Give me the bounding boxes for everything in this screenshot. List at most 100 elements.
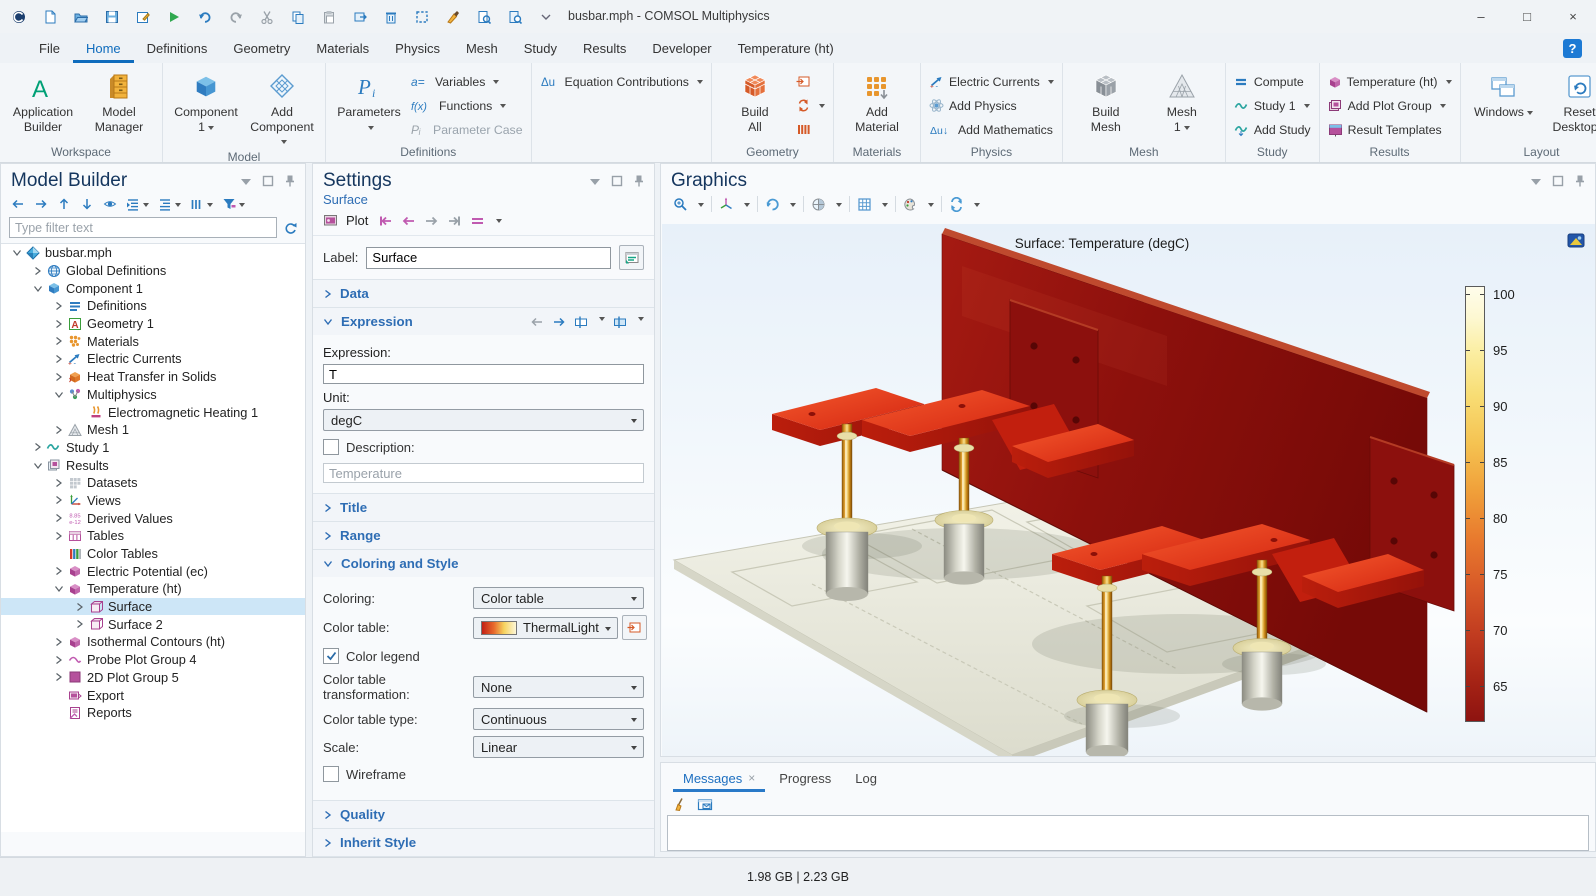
- maximize-button[interactable]: □: [1504, 0, 1550, 33]
- menu-developer[interactable]: Developer: [639, 33, 724, 63]
- chevron-right-icon[interactable]: [51, 655, 66, 665]
- coloring-combobox[interactable]: Color table: [473, 587, 644, 609]
- clear-broom-icon[interactable]: [673, 797, 687, 812]
- collapse-panel-icon[interactable]: [239, 175, 253, 188]
- ribbon-button-build-all[interactable]: BuildAll: [720, 66, 790, 134]
- go-to-view-icon[interactable]: [719, 197, 734, 211]
- nav-prev-icon[interactable]: [401, 214, 416, 228]
- description-input[interactable]: [323, 463, 644, 483]
- chevron-right-icon[interactable]: [51, 372, 66, 382]
- refresh-icon[interactable]: [283, 221, 297, 235]
- tree-item-electromagnetic-heating-1[interactable]: Electromagnetic Heating 1: [1, 403, 305, 421]
- grid-view-icon[interactable]: [857, 197, 872, 212]
- save-icon[interactable]: [103, 8, 121, 26]
- expression-input[interactable]: [323, 364, 644, 384]
- redo-icon[interactable]: [227, 8, 245, 26]
- ribbon-button-import-geom[interactable]: [796, 71, 825, 92]
- chevron-right-icon[interactable]: [51, 301, 66, 311]
- float-panel-icon[interactable]: [1551, 174, 1565, 188]
- chevron-right-icon[interactable]: [51, 637, 66, 647]
- ribbon-button-study-1[interactable]: Study 1: [1234, 95, 1311, 116]
- ribbon-button-compute[interactable]: Compute: [1234, 71, 1311, 92]
- chevron-right-icon[interactable]: [51, 425, 66, 435]
- document-zoom-icon[interactable]: [506, 8, 524, 26]
- cut-icon[interactable]: [258, 8, 276, 26]
- unit-combobox[interactable]: degC: [323, 409, 644, 431]
- nav-last-icon[interactable]: [447, 214, 462, 228]
- ribbon-button-equation-contributions[interactable]: ΔuEquation Contributions: [540, 71, 703, 92]
- rotate-view-icon[interactable]: [765, 197, 780, 212]
- menu-study[interactable]: Study: [511, 33, 570, 63]
- ribbon-button-add-study[interactable]: Add Study: [1234, 119, 1311, 140]
- list-view-icon[interactable]: [190, 197, 213, 211]
- chevron-right-icon[interactable]: [30, 266, 45, 276]
- tree-item-probe-plot-group-4[interactable]: Probe Plot Group 4: [1, 651, 305, 669]
- undo-icon[interactable]: [196, 8, 214, 26]
- mail-window-icon[interactable]: [697, 797, 713, 812]
- section-quality[interactable]: Quality: [313, 800, 654, 828]
- scale-combobox[interactable]: Linear: [473, 736, 644, 758]
- tree-item-global-definitions[interactable]: Global Definitions: [1, 262, 305, 280]
- menu-temperature-ht-[interactable]: Temperature (ht): [725, 33, 847, 63]
- arrow-left-icon[interactable]: [11, 197, 25, 211]
- label-input[interactable]: [366, 247, 611, 269]
- table-type-combobox[interactable]: Continuous: [473, 708, 644, 730]
- image-snapshot-icon[interactable]: [1567, 232, 1585, 249]
- ribbon-button-mesh-1[interactable]: Mesh1: [1147, 66, 1217, 134]
- tree-item-surface[interactable]: Surface: [1, 598, 305, 616]
- move-window-icon[interactable]: [351, 8, 369, 26]
- chevron-right-icon[interactable]: [51, 354, 66, 364]
- ribbon-button-add-material[interactable]: AddMaterial: [842, 66, 912, 134]
- play-icon[interactable]: [165, 8, 183, 26]
- section-expression[interactable]: Expression: [313, 307, 654, 335]
- pin-panel-icon[interactable]: [1573, 174, 1587, 188]
- transformation-combobox[interactable]: None: [473, 676, 644, 698]
- tree-item-electric-potential-ec-[interactable]: Electric Potential (ec): [1, 562, 305, 580]
- section-coloring-style[interactable]: Coloring and Style: [313, 549, 654, 577]
- paste-icon[interactable]: [320, 8, 338, 26]
- chevron-down-icon[interactable]: [51, 584, 66, 593]
- chevron-right-icon[interactable]: [30, 442, 45, 452]
- pin-panel-icon[interactable]: [632, 174, 646, 188]
- menu-mesh[interactable]: Mesh: [453, 33, 511, 63]
- ribbon-button-build-mesh[interactable]: BuildMesh: [1071, 66, 1141, 134]
- section-range[interactable]: Range: [313, 521, 654, 549]
- zoom-extents-icon[interactable]: [673, 197, 688, 212]
- filter-icon[interactable]: [222, 197, 245, 211]
- float-panel-icon[interactable]: [610, 174, 624, 188]
- save-annotate-icon[interactable]: [134, 8, 152, 26]
- section-data[interactable]: Data: [313, 279, 654, 307]
- color-legend-checkbox[interactable]: [323, 648, 339, 664]
- wireframe-checkbox[interactable]: [323, 766, 339, 782]
- ribbon-button-result-templates[interactable]: Result Templates: [1328, 119, 1452, 140]
- tree-item-datasets[interactable]: Datasets: [1, 474, 305, 492]
- plot-window-icon[interactable]: [323, 213, 338, 228]
- section-inherit-style[interactable]: Inherit Style: [313, 828, 654, 856]
- close-tab-icon[interactable]: ×: [748, 771, 755, 785]
- color-table-combobox[interactable]: ThermalLight: [473, 617, 618, 639]
- arrow-up-icon[interactable]: [57, 197, 71, 211]
- graphics-canvas[interactable]: Surface: Temperature (degC): [662, 224, 1595, 756]
- chevron-right-icon[interactable]: [51, 319, 66, 329]
- collapse-panel-icon[interactable]: [1529, 175, 1543, 188]
- tree-item-color-tables[interactable]: Color Tables: [1, 545, 305, 563]
- collapse-panel-icon[interactable]: [588, 175, 602, 188]
- ribbon-button-parameters[interactable]: PiParameters: [334, 66, 404, 134]
- tree-item-materials[interactable]: Materials: [1, 332, 305, 350]
- eye-icon[interactable]: [103, 197, 117, 211]
- description-checkbox[interactable]: [323, 439, 339, 455]
- insert-expression-icon[interactable]: [574, 315, 588, 329]
- equals-icon[interactable]: [470, 214, 485, 228]
- tree-item-study-1[interactable]: Study 1: [1, 439, 305, 457]
- new-document-icon[interactable]: [41, 8, 59, 26]
- ribbon-button-variables[interactable]: a=Variables: [410, 71, 523, 92]
- ribbon-button-component-1[interactable]: Component1: [171, 66, 241, 134]
- chevron-down-icon[interactable]: [51, 390, 66, 399]
- ribbon-button-update-geom[interactable]: [796, 95, 825, 116]
- plot-button[interactable]: Plot: [346, 213, 368, 228]
- brush-icon[interactable]: [444, 8, 462, 26]
- expand-tree-icon[interactable]: [126, 197, 149, 211]
- menu-results[interactable]: Results: [570, 33, 639, 63]
- close-button[interactable]: ×: [1550, 0, 1596, 33]
- tab-progress[interactable]: Progress: [769, 769, 841, 792]
